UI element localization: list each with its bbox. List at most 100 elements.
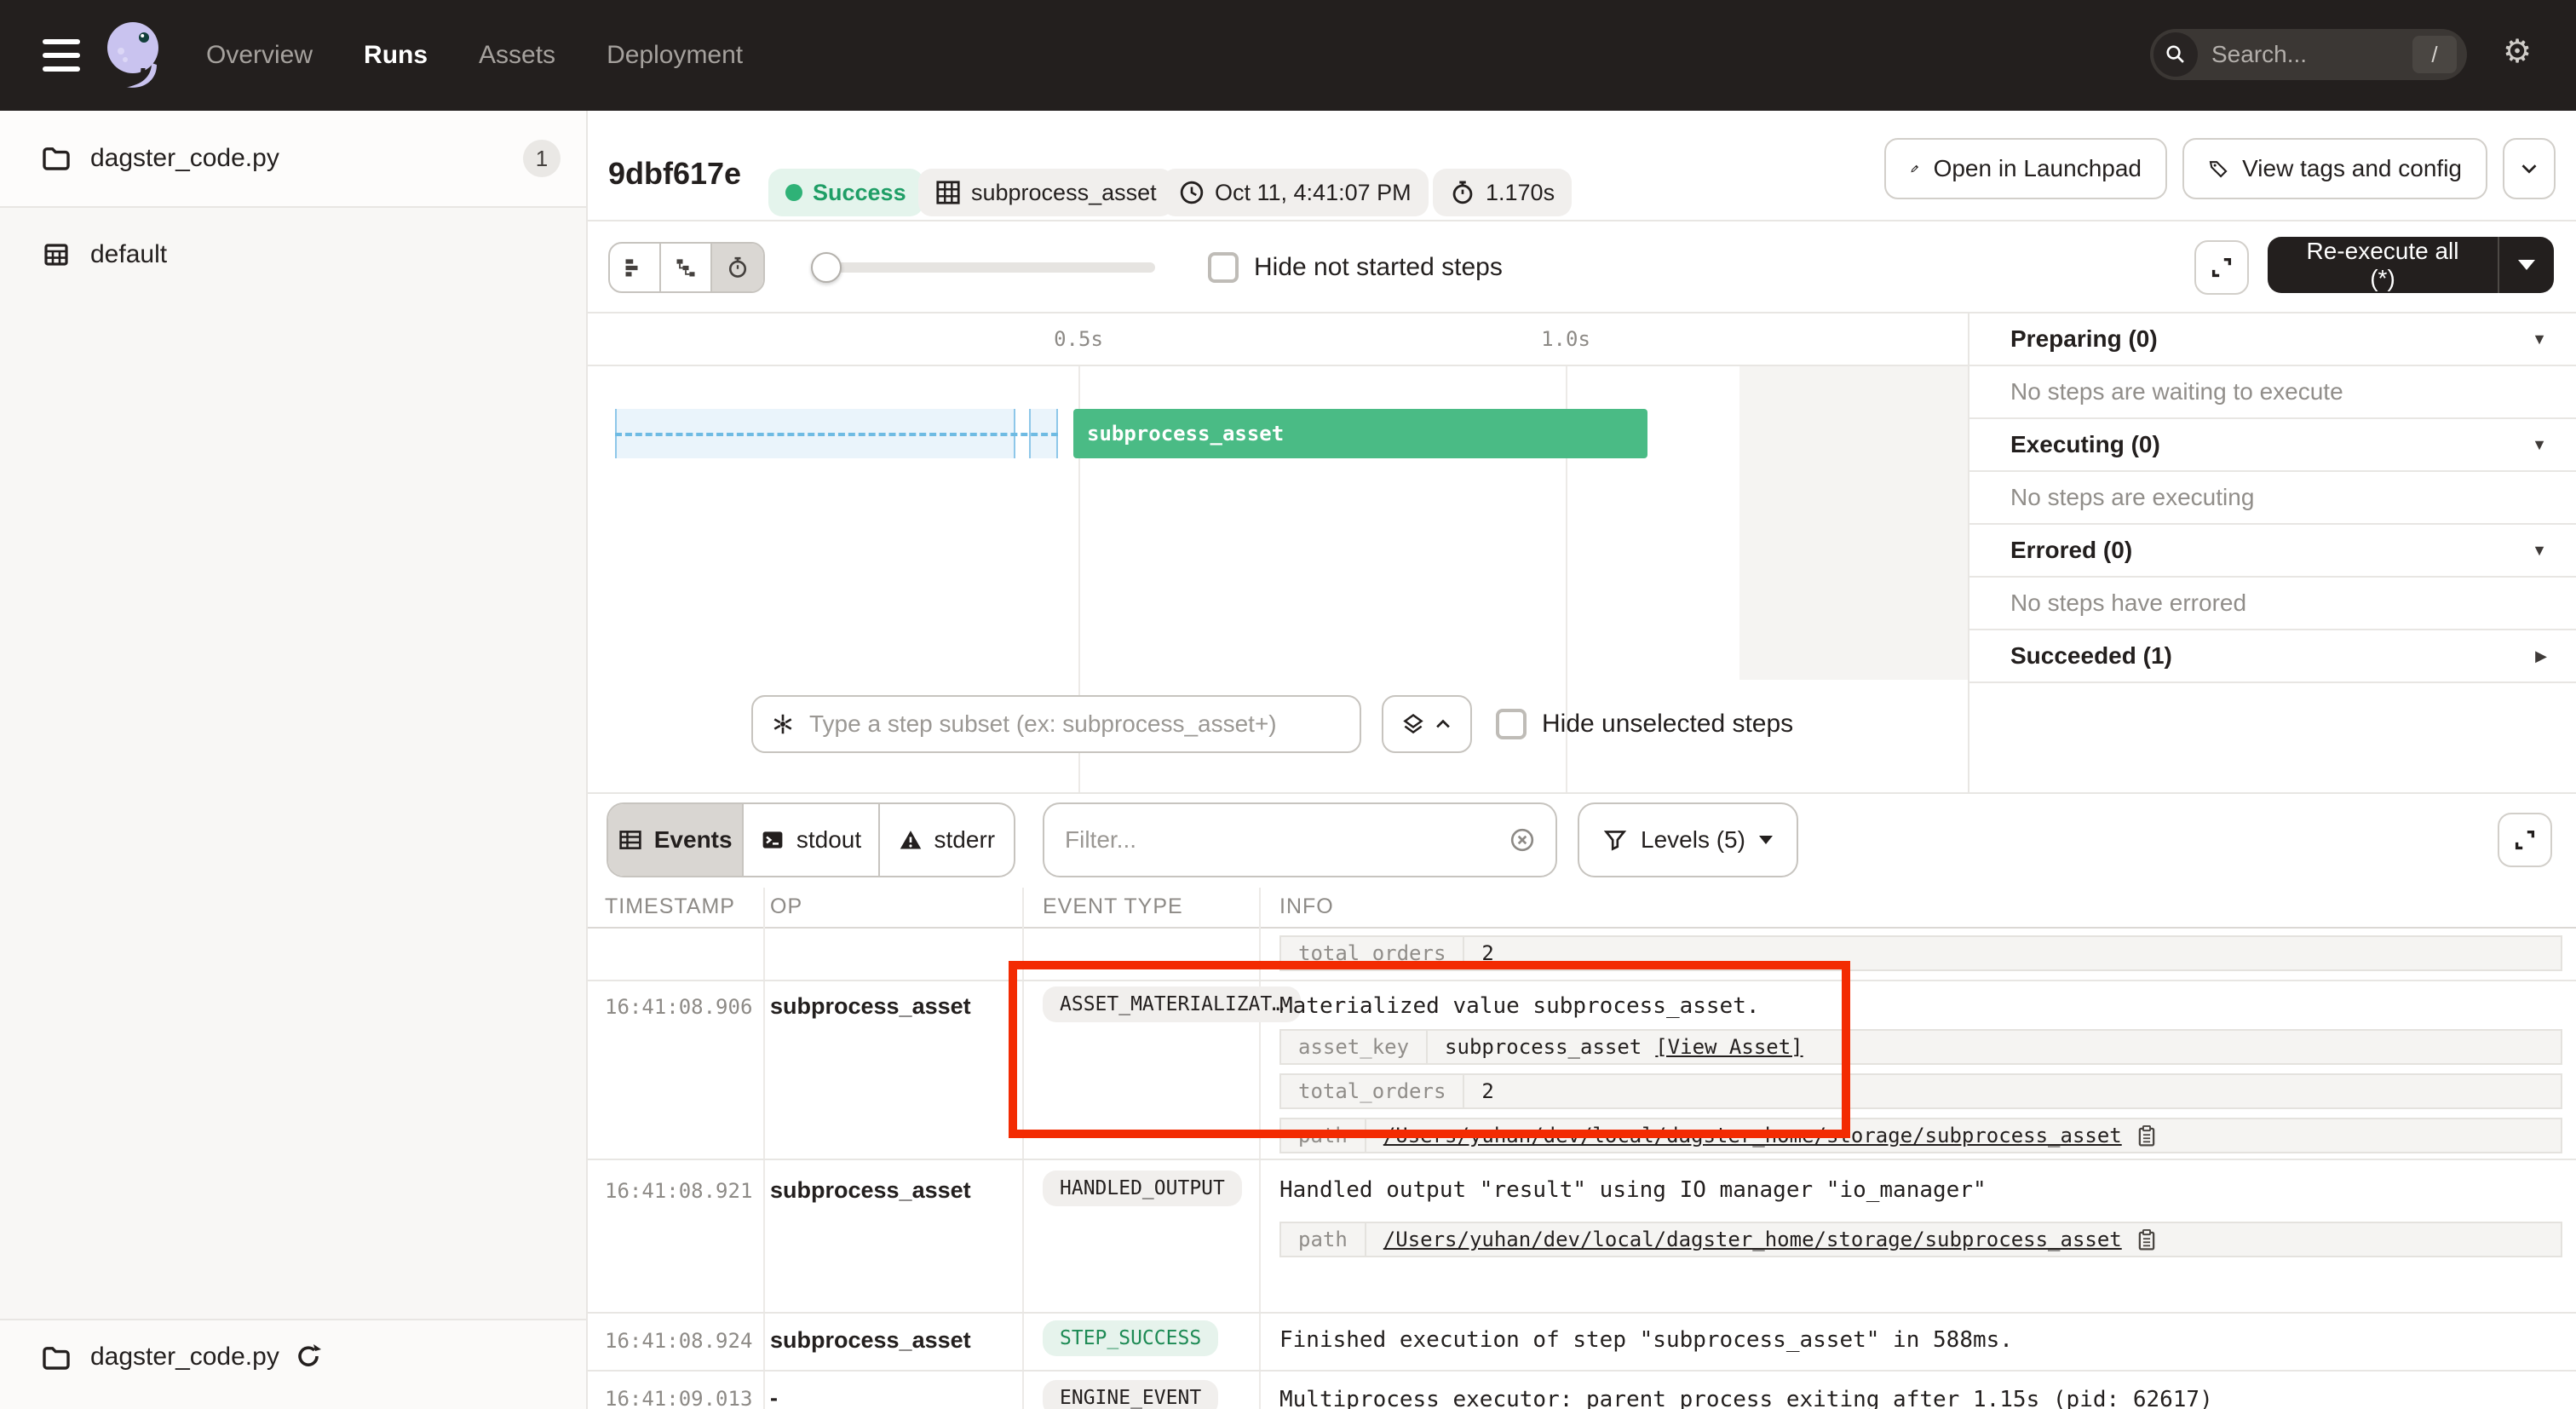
tab-events[interactable]: Events (608, 804, 744, 876)
sidebar-footer: dagster_code.py (0, 1319, 586, 1409)
events-fullscreen-button[interactable] (2498, 813, 2552, 867)
event-type-badge: ENGINE_EVENT (1043, 1380, 1218, 1409)
refresh-icon[interactable] (295, 1343, 322, 1370)
terminal-icon (761, 828, 785, 852)
caret-down-icon: ▼ (2532, 436, 2547, 454)
event-info-text: Finished execution of step "subprocess_a… (1279, 1327, 2013, 1353)
hide-not-started-row: Hide not started steps (1208, 252, 1503, 283)
panel-section-errored[interactable]: Errored (0)▼ (1969, 525, 2576, 578)
sidebar-item-job-default[interactable]: default (0, 208, 586, 302)
nav-item-deployment[interactable]: Deployment (607, 41, 743, 70)
reexecute-all-button[interactable]: Re-execute all (*) (2268, 237, 2554, 293)
table-icon (618, 828, 642, 852)
table-row[interactable]: 16:41:08.906 subprocess_asset ASSET_MATE… (588, 981, 2576, 1160)
dagster-logo-icon[interactable] (101, 19, 172, 94)
event-type-badge: STEP_SUCCESS (1043, 1320, 1218, 1356)
event-type-badge: ASSET_MATERIALIZAT… (1043, 986, 1301, 1022)
run-duration-tag: 1.170s (1433, 169, 1572, 216)
panel-caption: No steps have errored (1969, 578, 2576, 630)
gantt-zoom-slider[interactable] (814, 262, 1155, 273)
table-row[interactable]: 16:41:08.921 subprocess_asset HANDLED_OU… (588, 1160, 2576, 1314)
chevron-down-icon (1759, 836, 1773, 844)
gantt-toolbar: Hide not started steps Re-execute all (*… (588, 221, 2576, 313)
status-badge: Success (768, 169, 923, 216)
footer-code-location-label: dagster_code.py (90, 1343, 279, 1372)
search-shortcut-key: / (2412, 36, 2457, 73)
search-input[interactable] (2211, 41, 2412, 68)
levels-filter-button[interactable]: Levels (5) (1578, 802, 1798, 877)
step-subset-input[interactable] (809, 710, 1343, 738)
gantt-view-timing-button[interactable] (712, 244, 763, 291)
reexecute-dropdown-button[interactable] (2499, 260, 2554, 270)
event-op[interactable]: subprocess_asset (770, 993, 971, 1020)
panel-caption: No steps are waiting to execute (1969, 366, 2576, 419)
op-selector-icon (770, 711, 796, 737)
nav-item-assets[interactable]: Assets (479, 41, 555, 70)
event-timestamp: 16:41:08.921 (605, 1179, 752, 1203)
search-icon (2153, 32, 2198, 77)
clock-icon (1179, 180, 1205, 205)
folder-icon (41, 1343, 72, 1373)
path-link[interactable]: /Users/yuhan/dev/local/dagster_home/stor… (1383, 1124, 2122, 1147)
events-section: Events stdout stderr Levels (5) (588, 792, 2576, 1409)
sidebar-item-label: dagster_code.py (90, 144, 279, 173)
asset-tag[interactable]: subprocess_asset (918, 169, 1174, 216)
folder-icon (41, 143, 72, 174)
warning-icon (899, 828, 923, 852)
gear-icon[interactable]: ⚙ (2503, 36, 2532, 68)
sidebar-item-code-location[interactable]: dagster_code.py 1 (0, 111, 586, 208)
caret-down-icon: ▼ (2532, 331, 2547, 348)
dagster-run-page: Overview Runs Assets Deployment / ⚙ dags… (0, 0, 2576, 1409)
event-timestamp: 16:41:09.013 (605, 1387, 752, 1409)
log-filter-input[interactable] (1065, 826, 1496, 854)
chevron-down-icon (2519, 158, 2539, 179)
event-op[interactable]: subprocess_asset (770, 1327, 971, 1354)
search-bar[interactable]: / (2150, 29, 2467, 80)
path-link[interactable]: /Users/yuhan/dev/local/dagster_home/stor… (1383, 1228, 2122, 1251)
hide-unselected-row: Hide unselected steps (1496, 709, 1793, 739)
success-dot-icon (785, 184, 802, 201)
copy-icon[interactable] (2136, 1228, 2158, 1251)
nav-item-overview[interactable]: Overview (206, 41, 313, 70)
gantt-overflow-zone (1739, 366, 1968, 680)
metadata-entry: path /Users/yuhan/dev/local/dagster_home… (1279, 1118, 2562, 1153)
event-op[interactable]: subprocess_asset (770, 1177, 971, 1204)
hide-not-started-checkbox[interactable] (1208, 252, 1239, 283)
event-timestamp: 16:41:08.924 (605, 1329, 752, 1353)
tab-stderr[interactable]: stderr (880, 804, 1014, 876)
step-subset-inputbox (751, 695, 1361, 753)
event-info-text: Multiprocess executor: parent process ex… (1279, 1387, 2213, 1409)
panel-section-executing[interactable]: Executing (0)▼ (1969, 419, 2576, 472)
slider-knob[interactable] (811, 252, 842, 283)
event-op[interactable]: - (770, 1385, 778, 1409)
event-type-badge: HANDLED_OUTPUT (1043, 1170, 1242, 1206)
table-row[interactable]: 16:41:08.924 subprocess_asset STEP_SUCCE… (588, 1314, 2576, 1372)
gantt-step-bar[interactable]: subprocess_asset (1073, 409, 1647, 458)
panel-section-preparing[interactable]: Preparing (0)▼ (1969, 313, 2576, 366)
column-header-info: INFO (1279, 894, 1334, 919)
table-row[interactable]: 16:41:09.013 - ENGINE_EVENT Multiprocess… (588, 1372, 2576, 1409)
tab-stdout[interactable]: stdout (744, 804, 879, 876)
table-row[interactable]: total_orders 2 (588, 929, 2576, 981)
run-count-badge: 1 (523, 140, 561, 177)
event-timestamp: 16:41:08.906 (605, 995, 752, 1019)
run-header-more-button[interactable] (2503, 138, 2556, 199)
stopwatch-icon (1450, 180, 1475, 205)
collapse-layers-button[interactable] (1382, 695, 1472, 753)
view-asset-link[interactable]: [View Asset] (1655, 1035, 1803, 1059)
panel-section-succeeded[interactable]: Succeeded (1)▶ (1969, 630, 2576, 683)
timeline-tick: 1.0s (1541, 327, 1590, 351)
clear-filter-icon[interactable] (1509, 827, 1535, 853)
view-tags-config-button[interactable]: View tags and config (2182, 138, 2487, 199)
hamburger-menu-icon[interactable] (43, 39, 80, 72)
gantt-view-waterfall-button[interactable] (661, 244, 712, 291)
gantt-view-flat-button[interactable] (610, 244, 661, 291)
hide-not-started-label: Hide not started steps (1254, 253, 1503, 282)
copy-icon[interactable] (2136, 1124, 2158, 1147)
nav-item-runs[interactable]: Runs (364, 41, 428, 70)
column-header-event-type: EVENT TYPE (1043, 894, 1183, 919)
open-in-launchpad-button[interactable]: Open in Launchpad (1884, 138, 2167, 199)
caret-down-icon (2518, 260, 2535, 270)
hide-unselected-checkbox[interactable] (1496, 709, 1527, 739)
gantt-fullscreen-button[interactable] (2194, 240, 2249, 295)
